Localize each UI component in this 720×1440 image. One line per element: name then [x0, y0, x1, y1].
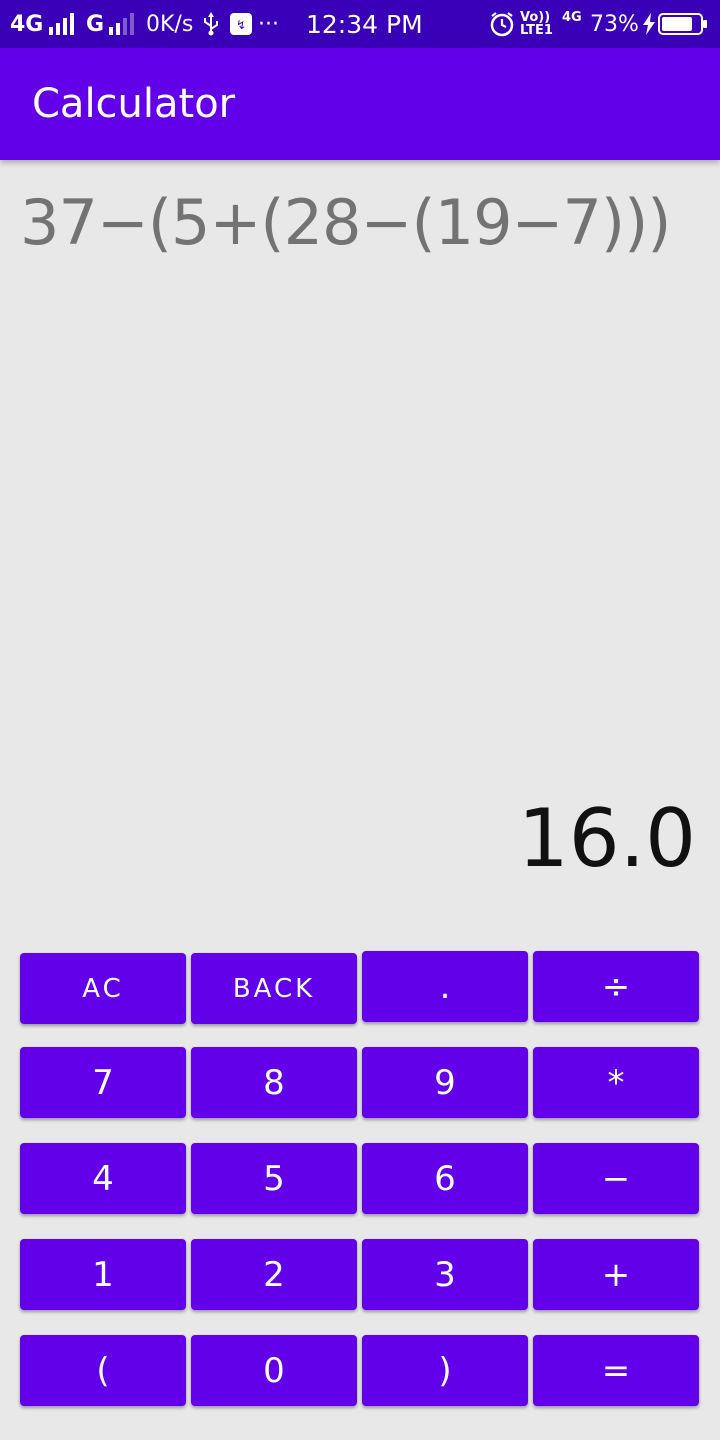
subtract-button[interactable]: −	[533, 1143, 699, 1214]
equals-button[interactable]: =	[533, 1335, 699, 1406]
network-g-label: G	[86, 11, 105, 37]
digit-2-button[interactable]: 2	[191, 1239, 357, 1310]
add-button[interactable]: +	[533, 1239, 699, 1310]
usb-icon	[202, 0, 220, 48]
network-g-indicator: G	[86, 0, 137, 48]
close-paren-button[interactable]: )	[362, 1335, 528, 1406]
digit-3-button[interactable]: 3	[362, 1239, 528, 1310]
digit-7-button[interactable]: 7	[20, 1047, 186, 1118]
expression-display: 37−(5+(28−(19−7)))	[20, 186, 671, 259]
signal-weak-icon	[109, 13, 135, 35]
multiply-button[interactable]: *	[533, 1047, 699, 1118]
data-4g-indicator: 4G	[562, 0, 582, 48]
charging-icon	[642, 0, 656, 48]
divide-button[interactable]: ÷	[533, 951, 699, 1022]
usb-debug-icon: ↯	[230, 0, 252, 48]
svg-text:↯: ↯	[236, 18, 246, 32]
digit-1-button[interactable]: 1	[20, 1239, 186, 1310]
digit-0-button[interactable]: 0	[191, 1335, 357, 1406]
volte-indicator: Vo)) LTE1	[520, 0, 553, 48]
decimal-button[interactable]: .	[362, 951, 528, 1022]
data-4g-label: 4G	[562, 9, 582, 25]
app-bar: Calculator	[0, 48, 720, 160]
network-speed: 0K/s	[146, 11, 194, 37]
app-title: Calculator	[32, 81, 236, 127]
battery-percent: 73%	[590, 11, 639, 37]
digit-4-button[interactable]: 4	[20, 1143, 186, 1214]
digit-5-button[interactable]: 5	[191, 1143, 357, 1214]
open-paren-button[interactable]: (	[20, 1335, 186, 1406]
clock: 12:34 PM	[306, 9, 423, 39]
digit-9-button[interactable]: 9	[362, 1047, 528, 1118]
backspace-button[interactable]: BACK	[191, 953, 357, 1024]
volte-bottom-label: LTE1	[520, 23, 553, 38]
alarm-icon	[489, 0, 515, 48]
clear-button[interactable]: AC	[20, 953, 186, 1024]
battery-icon	[658, 0, 708, 48]
network-4g-indicator: 4G	[10, 0, 77, 48]
signal-strength-icon	[49, 13, 75, 35]
digit-6-button[interactable]: 6	[362, 1143, 528, 1214]
status-bar: 4G G 0K/s ↯ ··· 12:34 PM Vo)) LTE1 4G 73…	[0, 0, 720, 48]
digit-8-button[interactable]: 8	[191, 1047, 357, 1118]
network-4g-label: 4G	[10, 11, 44, 37]
result-display: 16.0	[517, 792, 696, 885]
more-notifications-icon: ···	[258, 11, 279, 37]
